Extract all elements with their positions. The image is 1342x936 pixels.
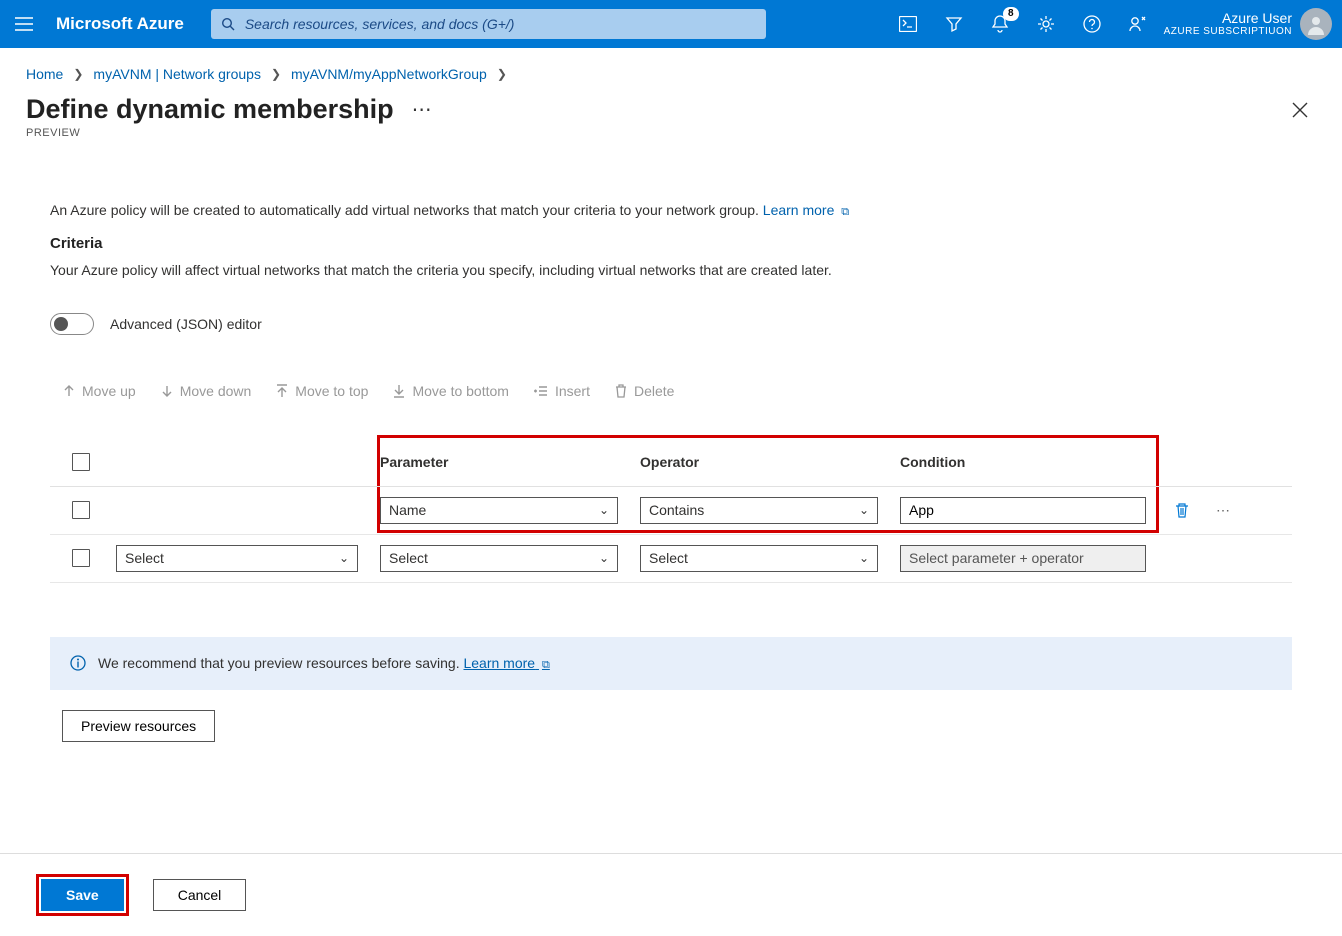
feedback-icon[interactable] (1118, 4, 1158, 44)
page-title: Define dynamic membership (26, 94, 394, 125)
condition-placeholder: Select parameter + operator (909, 550, 1084, 566)
chevron-right-icon: ❯ (497, 67, 507, 81)
preview-recommend-banner: We recommend that you preview resources … (50, 637, 1292, 690)
move-up-label: Move up (82, 383, 136, 399)
advanced-toggle-label: Advanced (JSON) editor (110, 316, 262, 332)
banner-link-label: Learn more (463, 655, 535, 671)
banner-text-span: We recommend that you preview resources … (98, 655, 463, 671)
move-to-top-button[interactable]: Move to top (275, 383, 368, 399)
move-to-bottom-label: Move to bottom (412, 383, 509, 399)
banner-learn-more-link[interactable]: Learn more ⧉ (463, 655, 549, 671)
operator-value: Contains (649, 502, 704, 518)
chevron-down-icon: ⌄ (859, 551, 869, 565)
cancel-button[interactable]: Cancel (153, 879, 247, 911)
move-up-button[interactable]: Move up (62, 383, 136, 399)
search-box[interactable] (211, 9, 766, 39)
table-header-row: Parameter Operator Condition (50, 439, 1292, 487)
move-to-top-label: Move to top (295, 383, 368, 399)
column-operator: Operator (640, 454, 900, 470)
advanced-toggle-row: Advanced (JSON) editor (50, 313, 1292, 335)
operator-select[interactable]: Select ⌄ (640, 545, 878, 572)
cloud-shell-icon[interactable] (888, 4, 928, 44)
user-subscription: AZURE SUBSCRIPTIUON (1164, 26, 1292, 37)
select-all-checkbox[interactable] (72, 453, 90, 471)
intro-text-span: An Azure policy will be created to autom… (50, 202, 763, 218)
condition-input[interactable] (900, 497, 1146, 524)
preview-resources-button[interactable]: Preview resources (62, 710, 215, 742)
chevron-down-icon: ⌄ (599, 551, 609, 565)
breadcrumb: Home ❯ myAVNM | Network groups ❯ myAVNM/… (0, 48, 1342, 82)
criteria-toolbar: Move up Move down Move to top Move to bo… (50, 383, 1292, 399)
more-actions-icon[interactable]: ⋯ (412, 97, 432, 122)
parameter-value: Select (389, 550, 428, 566)
table-row: Select ⌄ Select ⌄ Select ⌄ Select parameter… (50, 535, 1292, 583)
andor-select[interactable]: Select ⌄ (116, 545, 358, 572)
save-button[interactable]: Save (41, 879, 124, 911)
operator-value: Select (649, 550, 688, 566)
insert-button[interactable]: Insert (533, 383, 590, 399)
row-more-icon[interactable]: ⋯ (1216, 502, 1230, 519)
column-parameter: Parameter (380, 454, 640, 470)
breadcrumb-home[interactable]: Home (26, 66, 63, 82)
chevron-down-icon: ⌄ (339, 551, 349, 565)
topbar: Microsoft Azure 8 Azure User AZURE SUBSC… (0, 0, 1342, 48)
external-link-icon: ⧉ (542, 659, 550, 671)
column-condition: Condition (900, 454, 1160, 470)
brand-label[interactable]: Microsoft Azure (48, 14, 194, 34)
operator-select[interactable]: Contains ⌄ (640, 497, 878, 524)
user-name: Azure User (1222, 11, 1292, 26)
close-icon[interactable] (1284, 96, 1316, 124)
condition-disabled: Select parameter + operator (900, 545, 1146, 572)
learn-more-label: Learn more (763, 202, 835, 218)
external-link-icon: ⧉ (841, 206, 849, 218)
parameter-value: Name (389, 502, 426, 518)
notifications-icon[interactable]: 8 (980, 4, 1020, 44)
parameter-select[interactable]: Name ⌄ (380, 497, 618, 524)
info-icon (70, 655, 86, 671)
parameter-select[interactable]: Select ⌄ (380, 545, 618, 572)
save-highlight: Save (36, 874, 129, 916)
andor-value: Select (125, 550, 164, 566)
row-checkbox[interactable] (72, 549, 90, 567)
move-to-bottom-button[interactable]: Move to bottom (392, 383, 509, 399)
criteria-table: Parameter Operator Condition Name ⌄ Conta… (50, 439, 1292, 583)
directory-filter-icon[interactable] (934, 4, 974, 44)
learn-more-link[interactable]: Learn more ⧉ (763, 202, 849, 218)
search-input[interactable] (245, 16, 766, 32)
avatar-icon[interactable] (1300, 8, 1332, 40)
criteria-heading: Criteria (50, 235, 1292, 252)
help-icon[interactable] (1072, 4, 1112, 44)
breadcrumb-level1[interactable]: myAVNM | Network groups (93, 66, 261, 82)
page-subtitle: PREVIEW (0, 125, 1342, 139)
notifications-badge: 8 (1003, 7, 1019, 21)
user-account[interactable]: Azure User AZURE SUBSCRIPTIUON (1164, 11, 1300, 37)
footer: Save Cancel (0, 853, 1342, 936)
main-content: An Azure policy will be created to autom… (0, 139, 1342, 742)
criteria-description: Your Azure policy will affect virtual ne… (50, 260, 1292, 281)
move-down-button[interactable]: Move down (160, 383, 252, 399)
intro-text: An Azure policy will be created to autom… (50, 201, 1292, 221)
breadcrumb-level2[interactable]: myAVNM/myAppNetworkGroup (291, 66, 487, 82)
row-checkbox[interactable] (72, 501, 90, 519)
row-delete-icon[interactable] (1174, 502, 1190, 518)
search-icon (211, 17, 245, 31)
chevron-right-icon: ❯ (271, 67, 281, 81)
hamburger-menu-icon[interactable] (0, 17, 48, 31)
table-row: Name ⌄ Contains ⌄ ⋯ (50, 487, 1292, 535)
settings-icon[interactable] (1026, 4, 1066, 44)
advanced-json-toggle[interactable] (50, 313, 94, 335)
banner-text: We recommend that you preview resources … (98, 655, 550, 672)
chevron-down-icon: ⌄ (859, 503, 869, 517)
insert-label: Insert (555, 383, 590, 399)
chevron-right-icon: ❯ (73, 67, 83, 81)
delete-button[interactable]: Delete (614, 383, 674, 399)
chevron-down-icon: ⌄ (599, 503, 609, 517)
topbar-icons: 8 (882, 4, 1164, 44)
move-down-label: Move down (180, 383, 252, 399)
page-heading-row: Define dynamic membership ⋯ (0, 82, 1342, 125)
delete-label: Delete (634, 383, 674, 399)
